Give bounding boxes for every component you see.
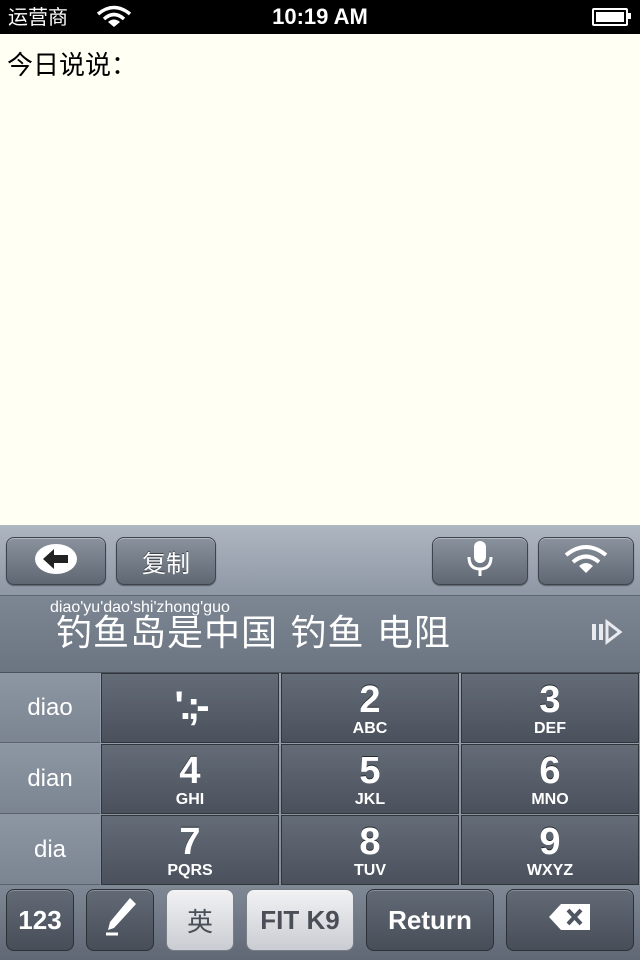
status-bar: 运营商 10:19 AM <box>0 0 640 34</box>
key-5[interactable]: 5 JKL <box>281 744 459 814</box>
pen-icon <box>100 894 140 947</box>
microphone-button[interactable] <box>432 537 528 585</box>
delete-key[interactable] <box>506 889 634 951</box>
english-toggle-key[interactable]: 英 <box>166 889 234 951</box>
wifi-input-button[interactable] <box>538 537 634 585</box>
keyboard-toolbar: 复制 <box>0 525 640 596</box>
clock: 10:19 AM <box>272 4 368 29</box>
numbers-key[interactable]: 123 <box>6 889 74 951</box>
wifi-icon <box>563 543 609 579</box>
return-key[interactable]: Return <box>366 889 494 951</box>
arrow-left-icon <box>33 542 79 580</box>
key-letters: WXYZ <box>526 862 574 879</box>
syllable-list: diao dian dia <box>0 673 100 885</box>
key-letters: MNO <box>531 791 569 808</box>
syllable-option[interactable]: diao <box>0 673 100 743</box>
key-letters: TUV <box>354 862 386 879</box>
key-label: '.;- <box>174 684 209 728</box>
key-punctuation[interactable]: '.;- <box>101 673 279 743</box>
more-candidates-icon[interactable] <box>590 618 624 650</box>
key-letters: PQRS <box>167 862 213 879</box>
syllable-option[interactable]: dia <box>0 815 100 885</box>
microphone-icon <box>465 539 495 583</box>
key-letters: ABC <box>352 720 388 737</box>
syllable-option[interactable]: dian <box>0 744 100 814</box>
key-3[interactable]: 3 DEF <box>461 673 639 743</box>
text-editor[interactable]: 今日说说： <box>0 34 640 525</box>
battery-icon <box>592 8 631 26</box>
key-label: 8 <box>359 821 381 863</box>
key-2[interactable]: 2 ABC <box>281 673 459 743</box>
keyboard-bottom-row: 123 英 FIT K9 Return <box>0 885 640 960</box>
key-letters: DEF <box>534 720 566 737</box>
fit-k9-key[interactable]: FIT K9 <box>246 889 354 951</box>
key-8[interactable]: 8 TUV <box>281 815 459 885</box>
key-label: 4 <box>179 750 201 792</box>
key-9[interactable]: 9 WXYZ <box>461 815 639 885</box>
nine-key-pad: '.;- 2 ABC 3 DEF 4 GHI 5 JKL 6 MNO 7 PQR… <box>101 673 640 885</box>
key-label: 6 <box>539 750 561 792</box>
handwriting-key[interactable] <box>86 889 154 951</box>
copy-button[interactable]: 复制 <box>116 537 216 585</box>
key-letters: GHI <box>175 791 205 808</box>
composer-label: 今日说说： <box>7 51 138 81</box>
key-label: 7 <box>179 821 201 863</box>
key-label: 3 <box>539 679 561 721</box>
chinese-keyboard: 复制 diao'yu'dao'shi'zhong'guo 钓鱼岛是中国 钓鱼 电… <box>0 525 640 960</box>
backspace-icon <box>547 902 593 939</box>
key-4[interactable]: 4 GHI <box>101 744 279 814</box>
key-label: 2 <box>359 679 381 721</box>
key-label: 5 <box>359 750 381 792</box>
key-6[interactable]: 6 MNO <box>461 744 639 814</box>
key-label: 9 <box>539 821 561 863</box>
key-letters: JKL <box>354 791 386 808</box>
candidate-bar: diao'yu'dao'shi'zhong'guo 钓鱼岛是中国 钓鱼 电阻 <box>0 596 640 673</box>
key-7[interactable]: 7 PQRS <box>101 815 279 885</box>
back-button[interactable] <box>6 537 106 585</box>
candidate-list[interactable]: 钓鱼岛是中国 钓鱼 电阻 <box>56 612 451 656</box>
